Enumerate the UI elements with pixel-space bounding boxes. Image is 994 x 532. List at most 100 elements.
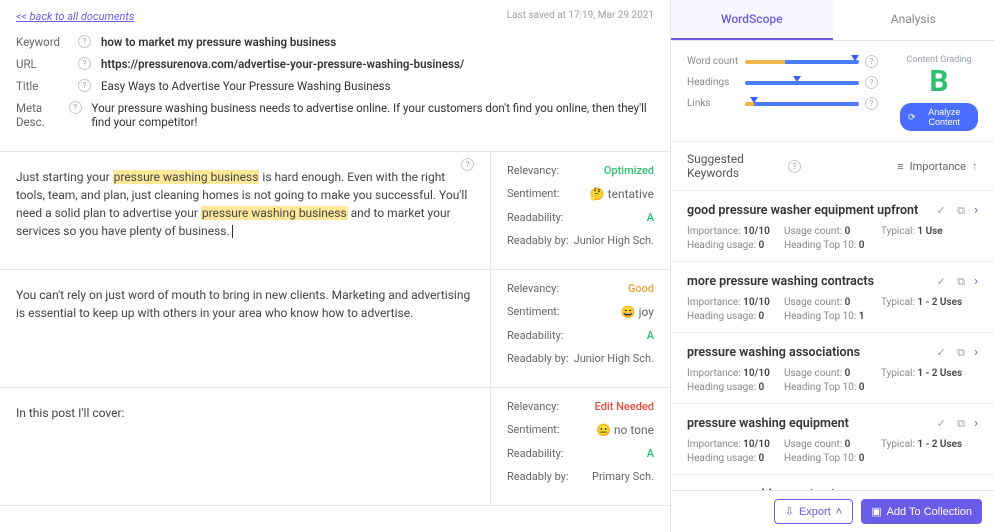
block-metrics: Relevancy:GoodSentiment:😄 joyReadability… <box>490 270 670 387</box>
help-icon[interactable]: ? <box>865 55 878 68</box>
chevron-right-icon[interactable]: › <box>974 416 978 431</box>
suggested-title: Suggested Keywords <box>687 152 784 180</box>
block-metrics: Relevancy: Edit Needed Sentiment: 😐 no tone… <box>490 388 670 505</box>
help-icon[interactable]: ? <box>865 76 878 89</box>
desc-label: Meta Desc. <box>16 101 69 129</box>
help-icon[interactable]: ? <box>788 160 801 173</box>
copy-icon[interactable]: ⧉ <box>954 417 968 431</box>
analyze-button[interactable]: ⟳ Analyze Content <box>900 103 978 131</box>
keyword-item[interactable]: pressure washing equipment ✓ ⧉ › Importance:… <box>671 404 994 475</box>
metric-label: Sentiment: <box>507 187 560 201</box>
metric-label: Readability: <box>507 329 563 342</box>
wordcount-label: Word count <box>687 56 745 67</box>
export-button[interactable]: ⇩ Export ˄ <box>774 499 853 524</box>
keyword-name: more pressure washing contracts <box>687 274 928 289</box>
metric-value: A <box>647 211 654 224</box>
meta-section: Keyword ? how to market my pressure wash… <box>0 29 670 152</box>
export-icon: ⇩ <box>785 505 794 518</box>
help-icon[interactable]: ? <box>78 79 91 92</box>
keyword-item[interactable]: good pressure washer equipment upfront ✓ ⧉… <box>671 191 994 262</box>
metric-value: Junior High Sch. <box>574 352 654 365</box>
wordcount-slider[interactable] <box>745 60 859 64</box>
title-label: Title <box>16 79 78 93</box>
check-icon[interactable]: ✓ <box>934 346 948 360</box>
metric-value: A <box>647 329 654 342</box>
help-icon[interactable]: ? <box>78 57 91 70</box>
add-to-collection-button[interactable]: ▣ Add To Collection <box>861 499 982 524</box>
url-value[interactable]: https://pressurenova.com/advertise-your-… <box>101 57 464 71</box>
chevron-right-icon[interactable]: › <box>974 203 978 218</box>
title-value[interactable]: Easy Ways to Advertise Your Pressure Was… <box>101 79 391 93</box>
keyword-item[interactable]: pressure washing associations✓⧉›Importan… <box>671 333 994 404</box>
sliders: Word count ? Headings ? Links ? <box>687 55 888 131</box>
block-text[interactable]: In this post I'll cover: <box>0 388 490 505</box>
keyword-name: good pressure washer equipment upfront <box>687 203 928 218</box>
metric-value: 😐 no tone <box>596 423 654 437</box>
metric-value: 😄 joy <box>621 305 654 319</box>
metric-label: Readably by: <box>507 352 569 365</box>
metric-value: Junior High Sch. <box>574 234 654 247</box>
sort-icon: ≡ <box>897 160 903 173</box>
help-icon[interactable]: ? <box>78 35 91 48</box>
keyword-stats: Importance: 10/10Usage count: 0Typical: … <box>687 439 978 464</box>
add-label: Add To Collection <box>887 506 972 518</box>
copy-icon[interactable]: ⧉ <box>954 346 968 360</box>
tab-analysis[interactable]: Analysis <box>833 0 994 40</box>
help-icon[interactable]: ? <box>865 97 878 110</box>
metric-label: Sentiment: <box>507 305 560 319</box>
tab-wordscope[interactable]: WordScope <box>671 0 833 40</box>
check-icon[interactable]: ✓ <box>934 275 948 289</box>
headings-slider[interactable] <box>745 81 859 85</box>
tabs: WordScope Analysis <box>671 0 994 41</box>
chevron-right-icon[interactable]: › <box>974 274 978 289</box>
sort-label: Importance <box>910 160 966 173</box>
keyword-item[interactable]: pressure washing contracts✓⧉›Importance:… <box>671 475 994 490</box>
help-icon[interactable]: ? <box>69 101 82 114</box>
sort-direction-icon[interactable]: ↑ <box>972 159 978 173</box>
copy-icon[interactable]: ⧉ <box>954 204 968 218</box>
editor-panel: << back to all documents Last saved at 1… <box>0 0 670 532</box>
content-block: ?Just starting your pressure washing bus… <box>0 152 670 270</box>
metric-label: Sentiment: <box>507 423 560 437</box>
chevron-up-icon: ˄ <box>836 506 842 518</box>
keyword-list: good pressure washer equipment upfront ✓ ⧉… <box>671 191 994 490</box>
links-label: Links <box>687 98 745 109</box>
back-link[interactable]: << back to all documents <box>16 10 134 23</box>
desc-value[interactable]: Your pressure washing business needs to … <box>92 101 654 129</box>
check-icon[interactable]: ✓ <box>934 204 948 218</box>
highlighted-keyword: pressure washing business <box>113 170 260 184</box>
keyword-value: how to market my pressure washing busine… <box>101 35 336 49</box>
highlighted-keyword: pressure washing business <box>201 206 348 220</box>
content-block: In this post I'll cover: Relevancy: Edit N… <box>0 388 670 506</box>
check-icon[interactable]: ✓ <box>934 417 948 431</box>
sort-dropdown[interactable]: ≡ Importance <box>897 160 966 173</box>
keyword-label: Keyword <box>16 35 78 49</box>
refresh-icon: ⟳ <box>908 112 916 123</box>
metric-label: Relevancy: <box>507 400 559 413</box>
keyword-stats: Importance: 10/10Usage count: 0Typical: … <box>687 226 978 251</box>
suggested-header: Suggested Keywords ? ≡ Importance ↑ <box>671 142 994 191</box>
metric-value: A <box>647 447 654 460</box>
content-block: You can't rely on just word of mouth to … <box>0 270 670 388</box>
headings-label: Headings <box>687 77 745 88</box>
keyword-stats: Importance: 10/10Usage count: 0Typical: … <box>687 297 978 322</box>
metric-value: Edit Needed <box>595 400 654 413</box>
block-text[interactable]: You can't rely on just word of mouth to … <box>0 270 490 387</box>
last-saved: Last saved at 17:19, Mar 29 2021 <box>507 10 654 23</box>
help-icon[interactable]: ? <box>461 158 474 171</box>
metric-label: Readably by: <box>507 234 569 247</box>
copy-icon[interactable]: ⧉ <box>954 275 968 289</box>
keyword-name: pressure washing equipment <box>687 416 928 431</box>
metric-value: Good <box>628 282 654 295</box>
analyze-label: Analyze Content <box>919 107 970 127</box>
keyword-item[interactable]: more pressure washing contracts ✓ ⧉ › Import… <box>671 262 994 333</box>
metric-value: 🤔 tentative <box>590 187 654 201</box>
scope-summary: Word count ? Headings ? Links ? Content … <box>671 41 994 142</box>
metric-label: Readability: <box>507 211 563 224</box>
bottom-bar: ⇩ Export ˄ ▣ Add To Collection <box>671 490 994 532</box>
metric-value: Optimized <box>604 164 654 177</box>
block-text[interactable]: ?Just starting your pressure washing bus… <box>0 152 490 269</box>
chevron-right-icon[interactable]: › <box>974 345 978 360</box>
links-slider[interactable] <box>745 102 859 106</box>
content-blocks: ?Just starting your pressure washing bus… <box>0 152 670 532</box>
